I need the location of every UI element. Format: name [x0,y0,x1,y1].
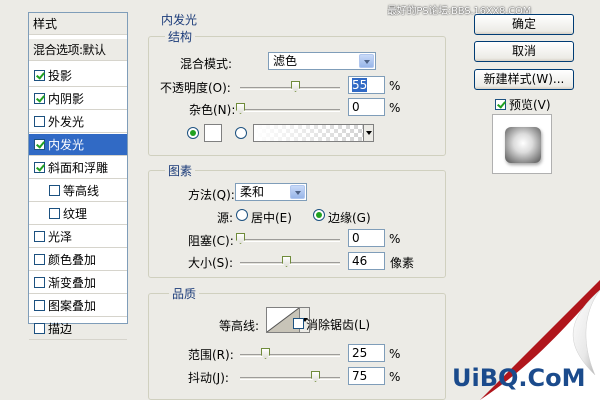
jitter-input[interactable]: 75 [348,367,385,385]
range-slider-track[interactable] [240,354,340,357]
noise-label: 杂色(N): [189,103,236,117]
style-list-item[interactable]: 描边 [29,318,127,340]
style-item-checkbox[interactable] [34,139,45,150]
style-list-header[interactable]: 样式 [29,13,127,35]
gradient-fill-radio[interactable] [235,127,247,139]
style-item-checkbox[interactable] [34,231,45,242]
style-item-label: 纹理 [63,207,88,221]
quality-legend: 品质 [169,285,200,302]
blend-mode-select[interactable]: 滤色 [268,52,376,70]
style-item-checkbox[interactable] [49,208,60,219]
style-item-label: 渐变叠加 [48,276,97,290]
watermark-bottom: UiBQ.CoM [452,364,586,392]
style-item-checkbox[interactable] [34,70,45,81]
size-input[interactable]: 46 [348,252,385,270]
choke-unit: % [389,232,401,246]
jitter-label: 抖动(J): [188,371,229,385]
style-list-item[interactable]: 光泽 [29,226,127,248]
style-item-checkbox[interactable] [34,93,45,104]
style-item-checkbox[interactable] [34,300,45,311]
opacity-slider-track[interactable] [240,87,340,90]
choke-input[interactable]: 0 [348,229,385,247]
choke-label: 阻塞(C): [188,234,234,248]
choke-slider-track[interactable] [240,239,340,242]
ok-button[interactable]: 确定 [474,14,574,35]
style-list-item[interactable]: 斜面和浮雕 [29,157,127,179]
style-item-checkbox[interactable] [49,185,60,196]
opacity-label: 不透明度(O): [160,81,231,95]
cancel-button[interactable]: 取消 [474,41,574,62]
style-item-label: 外发光 [48,115,85,129]
noise-slider-track[interactable] [240,109,340,112]
style-list-item[interactable]: 图案叠加 [29,295,127,317]
style-list: 样式 混合选项:默认 投影内阴影外发光内发光斜面和浮雕等高线纹理光泽颜色叠加渐变… [28,12,128,340]
elements-legend: 图素 [165,162,196,179]
preview-checkbox[interactable] [495,99,506,110]
size-label: 大小(S): [188,256,234,270]
blend-mode-value: 滤色 [273,54,298,68]
style-list-item[interactable]: 颜色叠加 [29,249,127,271]
style-list-item[interactable]: 等高线 [29,180,127,202]
antialias-label: 消除锯齿(L) [306,318,371,332]
contour-label: 等高线: [219,319,260,333]
structure-legend: 结构 [165,28,196,45]
source-center-radio[interactable] [236,209,248,221]
style-item-checkbox[interactable] [34,116,45,127]
style-item-label: 内阴影 [48,92,85,106]
style-list-item[interactable]: 内阴影 [29,88,127,110]
blend-mode-label: 混合模式: [180,57,233,71]
opacity-input[interactable]: 55 [348,76,385,94]
style-item-label: 颜色叠加 [48,253,97,267]
source-edge-label: 边缘(G) [328,211,371,225]
style-list-item[interactable]: 渐变叠加 [29,272,127,294]
source-label: 源: [217,211,234,225]
style-item-checkbox[interactable] [34,323,45,334]
glow-color-swatch[interactable] [204,124,222,142]
range-input[interactable]: 25 [348,344,385,362]
chevron-down-icon [359,54,374,68]
source-edge-radio[interactable] [313,209,325,221]
preview-thumbnail [505,127,541,163]
jitter-unit: % [389,370,401,384]
style-list-item[interactable]: 投影 [29,65,127,87]
blend-options-item[interactable]: 混合选项:默认 [29,39,127,61]
style-list-item[interactable]: 外发光 [29,111,127,133]
opacity-unit: % [389,79,401,93]
style-item-checkbox[interactable] [34,162,45,173]
style-preview [492,114,552,174]
style-list-item[interactable]: 内发光 [29,134,127,156]
style-item-label: 图案叠加 [48,299,97,313]
range-unit: % [389,347,401,361]
style-item-label: 斜面和浮雕 [48,161,109,175]
preview-toggle[interactable]: 预览(V) [495,96,551,113]
source-center-label: 居中(E) [251,211,292,225]
style-item-label: 投影 [48,69,73,83]
range-label: 范围(R): [188,348,234,362]
color-fill-radio[interactable] [187,127,199,139]
jitter-slider-track[interactable] [240,377,340,380]
panel-title: 内发光 [161,13,198,27]
new-style-button[interactable]: 新建样式(W)... [474,69,574,90]
gradient-picker[interactable] [253,124,374,142]
method-value: 柔和 [240,185,265,199]
style-item-label: 描边 [48,322,73,336]
method-label: 方法(Q): [188,188,235,202]
chevron-down-icon [290,185,305,199]
style-item-checkbox[interactable] [34,254,45,265]
noise-unit: % [389,101,401,115]
chevron-down-icon [363,125,373,141]
preview-label: 预览(V) [509,98,551,112]
style-item-label: 等高线 [63,184,100,198]
antialias-checkbox[interactable] [293,318,304,329]
style-list-item[interactable]: 纹理 [29,203,127,225]
style-item-label: 内发光 [48,138,85,152]
style-item-checkbox[interactable] [34,277,45,288]
method-select[interactable]: 柔和 [235,183,307,201]
noise-input[interactable]: 0 [348,98,385,116]
style-item-label: 光泽 [48,230,73,244]
size-unit: 像素 [390,256,415,270]
